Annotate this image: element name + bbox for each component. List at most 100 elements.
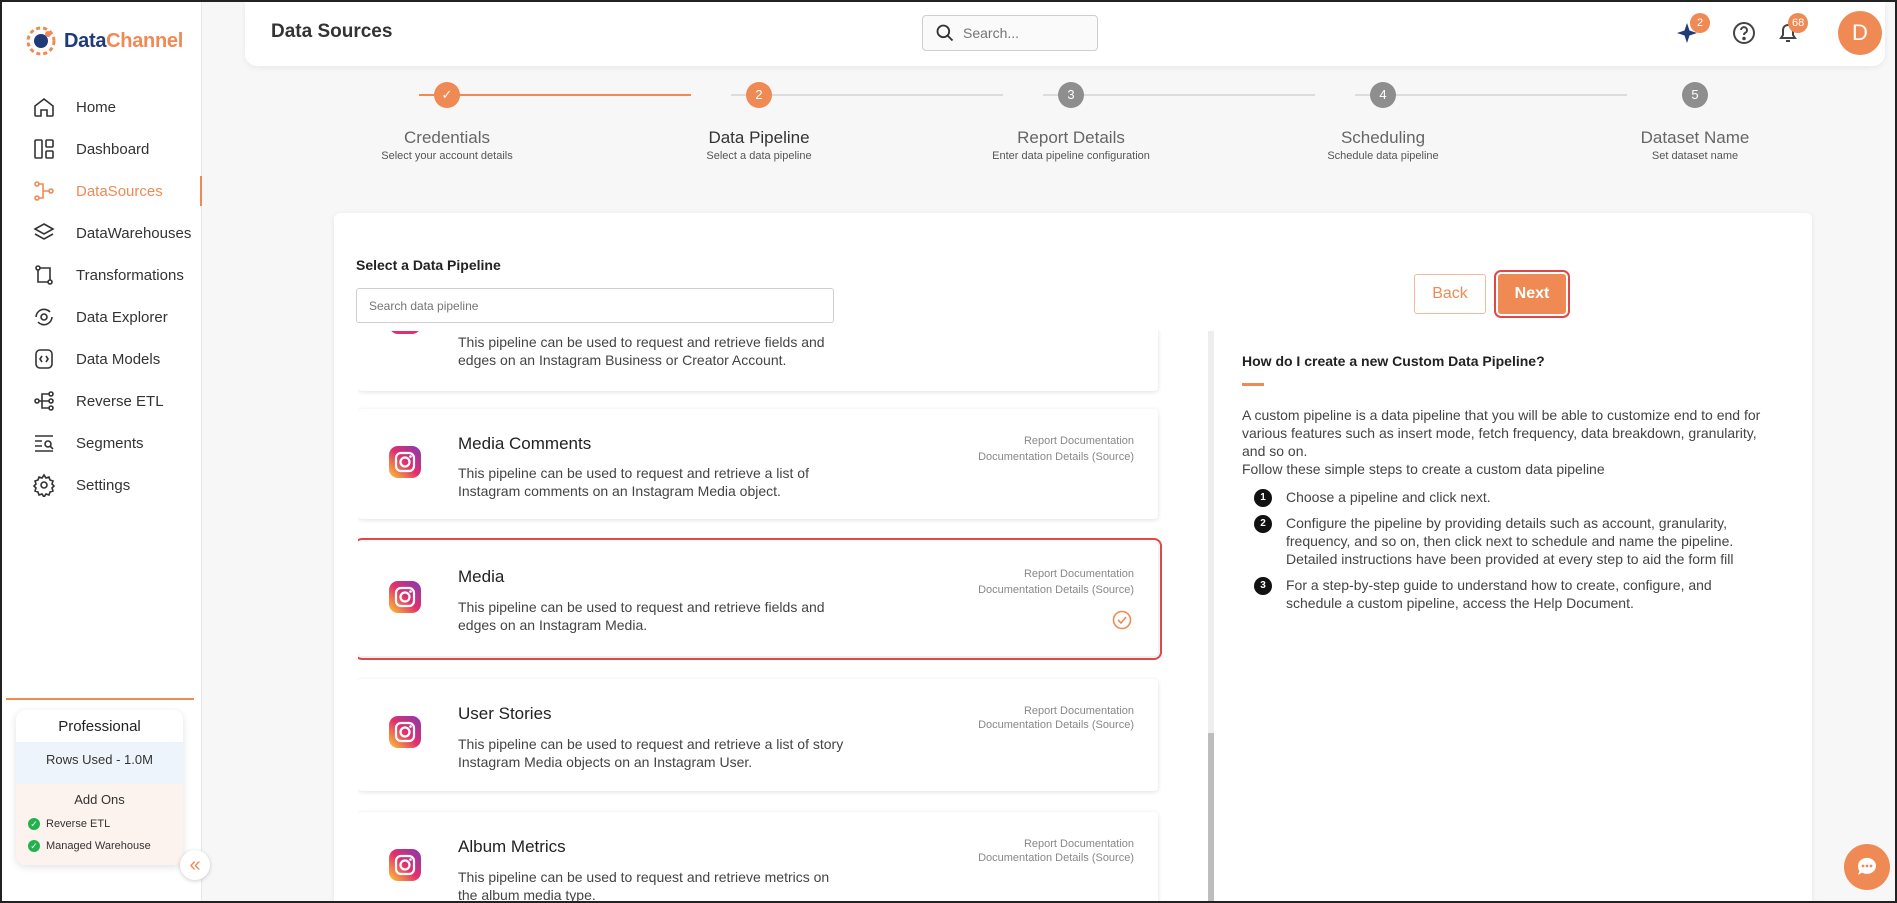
sidebar-nav: Home Dashboard DataSources DataWarehouse… <box>2 86 202 506</box>
report-documentation-link[interactable]: Report Documentation <box>1024 705 1134 717</box>
pipeline-list[interactable]: This pipeline can be used to request and… <box>358 331 1228 901</box>
sidebar-item-segments[interactable]: Segments <box>2 422 202 464</box>
check-circle-icon: ✓ <box>28 818 40 830</box>
chat-button[interactable] <box>1844 844 1890 890</box>
notifications-badge: 68 <box>1788 13 1809 33</box>
step-label: Report Details <box>1017 128 1125 147</box>
report-documentation-link[interactable]: Report Documentation <box>1024 568 1134 580</box>
page-title: Data Sources <box>271 21 393 42</box>
app-frame: DataChannel Home Dashboard DataSources D… <box>0 0 1897 903</box>
addon-label: Reverse ETL <box>46 818 111 830</box>
pipeline-description: This pipeline can be used to request and… <box>458 465 809 499</box>
help-panel: How do I create a new Custom Data Pipeli… <box>1242 353 1762 620</box>
step-sublabel: Select a data pipeline <box>706 150 812 162</box>
step-3-circle: 3 <box>1058 82 1084 108</box>
collapse-sidebar-button[interactable]: « <box>180 850 210 880</box>
help-step-text: Configure the pipeline by providing deta… <box>1286 515 1734 567</box>
report-documentation-link[interactable]: Report Documentation <box>1024 838 1134 850</box>
sidebar-item-dashboard[interactable]: Dashboard <box>2 128 202 170</box>
addon-label: Managed Warehouse <box>46 840 151 852</box>
search-input[interactable] <box>963 25 1083 41</box>
layers-icon <box>33 223 55 240</box>
sidebar-item-label: Data Explorer <box>76 308 168 326</box>
pipeline-name: Media <box>458 567 505 586</box>
help-title: How do I create a new Custom Data Pipeli… <box>1242 353 1545 369</box>
logo-text-channel: Channel <box>106 29 183 52</box>
pipeline-name: Media Comments <box>458 434 592 453</box>
step-4-circle: 4 <box>1370 82 1396 108</box>
sidebar-item-label: Dashboard <box>76 140 150 158</box>
sidebar-item-settings[interactable]: Settings <box>2 464 202 506</box>
step-1-done: ✓ <box>434 82 460 108</box>
selected-check-icon <box>1112 610 1132 630</box>
step-label: Dataset Name <box>1640 128 1750 147</box>
pipeline-description: This pipeline can be used to request and… <box>458 334 825 368</box>
explorer-icon <box>35 308 53 326</box>
plan-addons: Add Ons ✓ Reverse ETL ✓ Managed Warehous… <box>16 784 183 865</box>
top-header: Data Sources 2 68 D <box>245 2 1885 66</box>
chat-icon <box>1857 857 1876 875</box>
documentation-details-link[interactable]: Documentation Details (Source) <box>978 719 1134 731</box>
transform-icon <box>35 265 53 285</box>
segments-icon <box>35 435 54 452</box>
pipeline-name: User Stories <box>458 704 552 723</box>
back-button[interactable]: Back <box>1414 274 1486 314</box>
dashboard-icon <box>34 139 54 159</box>
stepper: ✓ 2 3 4 5 Credentials Select your accoun… <box>381 82 1749 172</box>
step-label: Credentials <box>404 128 490 147</box>
help-intro-followup: Follow these simple steps to create a cu… <box>1242 461 1605 477</box>
instagram-icon <box>389 446 421 478</box>
instagram-icon <box>391 331 419 334</box>
sidebar-item-transformations[interactable]: Transformations <box>2 254 202 296</box>
pipeline-card-media[interactable]: Media This pipeline can be used to reque… <box>358 538 1162 660</box>
documentation-details-link[interactable]: Documentation Details (Source) <box>978 451 1134 463</box>
sidebar-item-data-explorer[interactable]: Data Explorer <box>2 296 202 338</box>
avatar[interactable]: D <box>1838 11 1882 55</box>
sidebar-item-home[interactable]: Home <box>2 86 202 128</box>
models-icon <box>35 349 53 369</box>
pipeline-description: This pipeline can be used to request and… <box>458 736 844 770</box>
help-step-text: Choose a pipeline and click next. <box>1286 489 1491 505</box>
double-chevron-left-icon: « <box>189 853 201 876</box>
check-circle-icon: ✓ <box>28 840 40 852</box>
documentation-details-link[interactable]: Documentation Details (Source) <box>978 852 1134 864</box>
logo-icon <box>26 26 56 56</box>
addon-item: ✓ Reverse ETL <box>16 813 183 835</box>
sidebar-item-data-models[interactable]: Data Models <box>2 338 202 380</box>
step-number-2: 2 <box>1254 515 1272 533</box>
sidebar-item-label: Transformations <box>76 266 184 284</box>
reverse-etl-icon <box>34 391 54 411</box>
help-title-underline <box>1242 383 1264 386</box>
instagram-icon <box>389 581 421 613</box>
pipeline-card-user-stories[interactable]: User Stories This pipeline can be used t… <box>358 679 1158 791</box>
pipeline-search-input[interactable] <box>356 288 834 323</box>
logo-text-data: Data <box>64 29 107 52</box>
scrollbar-thumb[interactable] <box>1208 733 1214 901</box>
plan-card: Professional Rows Used - 1.0M Add Ons ✓ … <box>16 710 183 865</box>
sidebar-item-datasources[interactable]: DataSources <box>2 170 202 212</box>
addons-title: Add Ons <box>74 792 125 807</box>
help-icon[interactable] <box>1731 20 1757 46</box>
sidebar-item-datawarehouses[interactable]: DataWarehouses <box>2 212 202 254</box>
help-intro-text: A custom pipeline is a data pipeline tha… <box>1242 407 1761 459</box>
pipeline-card-album-metrics[interactable]: Album Metrics This pipeline can be used … <box>358 812 1158 901</box>
help-step: 3 For a step-by-step guide to understand… <box>1242 576 1762 612</box>
help-step: 2 Configure the pipeline by providing de… <box>1242 514 1762 568</box>
pipeline-card[interactable]: This pipeline can be used to request and… <box>358 331 1158 391</box>
sidebar-item-reverse-etl[interactable]: Reverse ETL <box>2 380 202 422</box>
pipeline-card-media-comments[interactable]: Media Comments This pipeline can be used… <box>358 409 1158 519</box>
select-pipeline-label: Select a Data Pipeline <box>356 257 501 273</box>
logo[interactable]: DataChannel <box>24 24 183 58</box>
step-number-1: 1 <box>1254 489 1272 507</box>
sidebar-item-label: Settings <box>76 476 131 494</box>
help-step-text: For a step-by-step guide to understand h… <box>1286 577 1712 611</box>
logo-text: DataChannel <box>64 30 183 53</box>
pipeline-name: Album Metrics <box>458 837 566 856</box>
documentation-details-link[interactable]: Documentation Details (Source) <box>978 584 1134 596</box>
plan-rows-used: Rows Used - 1.0M <box>16 742 183 784</box>
step-sublabel: Enter data pipeline configuration <box>992 150 1150 162</box>
next-button[interactable]: Next <box>1494 270 1570 318</box>
report-documentation-link[interactable]: Report Documentation <box>1024 435 1134 447</box>
global-search[interactable] <box>922 15 1098 51</box>
step-label: Scheduling <box>1340 128 1426 147</box>
